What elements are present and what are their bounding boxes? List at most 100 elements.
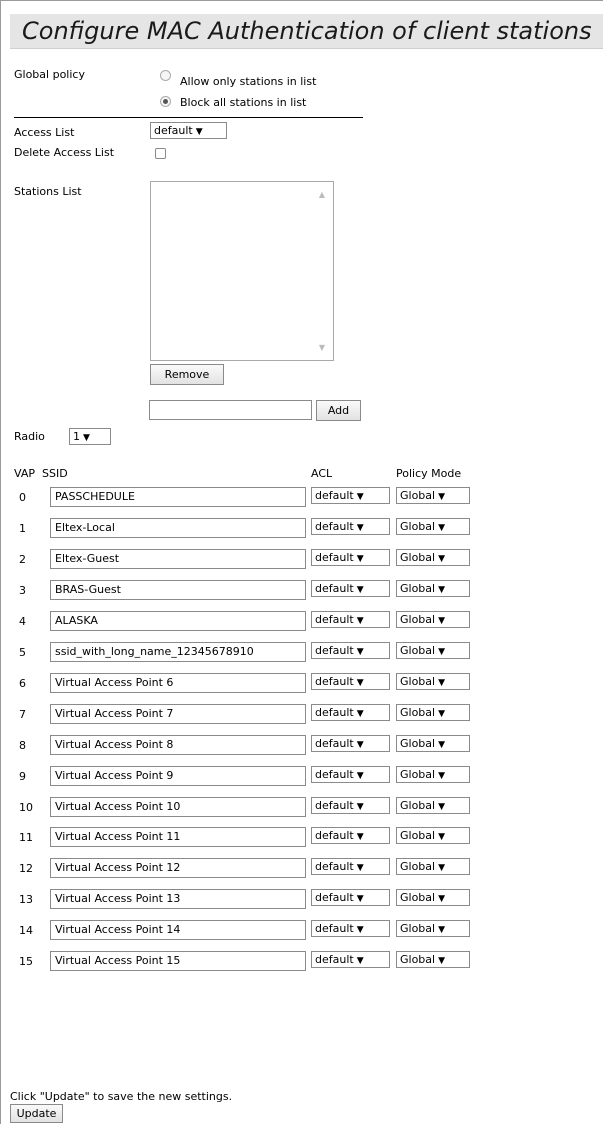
vap-number: 8 xyxy=(19,739,26,752)
ssid-input[interactable]: Virtual Access Point 10 xyxy=(50,797,306,817)
ssid-input[interactable]: Virtual Access Point 13 xyxy=(50,889,306,909)
ssid-input[interactable]: Eltex-Guest xyxy=(50,549,306,569)
radio-allow-only-label: Allow only stations in list xyxy=(180,75,317,88)
ssid-input[interactable]: Virtual Access Point 15 xyxy=(50,951,306,971)
access-list-select[interactable]: default ▼ xyxy=(150,122,227,139)
acl-select[interactable]: default ▼ xyxy=(311,858,390,875)
ssid-input[interactable]: BRAS-Guest xyxy=(50,580,306,600)
chevron-down-icon: ▼ xyxy=(438,678,446,688)
vap-number: 7 xyxy=(19,708,26,721)
acl-value: default xyxy=(315,768,354,781)
ssid-input[interactable]: Virtual Access Point 14 xyxy=(50,920,306,940)
acl-select[interactable]: default ▼ xyxy=(311,549,390,566)
vap-number: 0 xyxy=(19,491,26,504)
ssid-input[interactable]: Virtual Access Point 11 xyxy=(50,827,306,847)
vap-number: 9 xyxy=(19,770,26,783)
acl-value: default xyxy=(315,706,354,719)
radio-block-all-label: Block all stations in list xyxy=(180,96,307,109)
acl-select[interactable]: default ▼ xyxy=(311,611,390,628)
acl-select[interactable]: default ▼ xyxy=(311,951,390,968)
vap-number: 11 xyxy=(19,831,33,844)
acl-select[interactable]: default ▼ xyxy=(311,766,390,783)
policy-mode-select[interactable]: Global ▼ xyxy=(396,827,470,844)
acl-select[interactable]: default ▼ xyxy=(311,518,390,535)
acl-select[interactable]: default ▼ xyxy=(311,704,390,721)
policy-mode-select[interactable]: Global ▼ xyxy=(396,766,470,783)
policy-mode-select[interactable]: Global ▼ xyxy=(396,704,470,721)
radio-allow-only[interactable] xyxy=(160,70,171,81)
acl-select[interactable]: default ▼ xyxy=(311,673,390,690)
policy-mode-select[interactable]: Global ▼ xyxy=(396,920,470,937)
scroll-down-icon[interactable]: ▼ xyxy=(319,343,325,352)
chevron-down-icon: ▼ xyxy=(195,127,203,137)
acl-select[interactable]: default ▼ xyxy=(311,735,390,752)
chevron-down-icon: ▼ xyxy=(356,585,364,595)
ssid-input[interactable]: PASSCHEDULE xyxy=(50,487,306,507)
chevron-down-icon: ▼ xyxy=(356,523,364,533)
footer-note: Click "Update" to save the new settings. xyxy=(10,1090,233,1103)
policy-mode-select[interactable]: Global ▼ xyxy=(396,487,470,504)
radio-select[interactable]: 1 ▼ xyxy=(69,428,111,445)
vap-number: 15 xyxy=(19,955,33,968)
policy-mode-select[interactable]: Global ▼ xyxy=(396,611,470,628)
acl-select[interactable]: default ▼ xyxy=(311,487,390,504)
policy-mode-value: Global xyxy=(400,953,436,966)
policy-mode-select[interactable]: Global ▼ xyxy=(396,735,470,752)
policy-mode-value: Global xyxy=(400,799,436,812)
policy-mode-select[interactable]: Global ▼ xyxy=(396,797,470,814)
chevron-down-icon: ▼ xyxy=(356,771,364,781)
chevron-down-icon: ▼ xyxy=(356,647,364,657)
policy-mode-select[interactable]: Global ▼ xyxy=(396,580,470,597)
vap-number: 1 xyxy=(19,522,26,535)
policy-mode-value: Global xyxy=(400,520,436,533)
policy-mode-value: Global xyxy=(400,675,436,688)
add-button[interactable]: Add xyxy=(316,400,361,421)
acl-value: default xyxy=(315,520,354,533)
chevron-down-icon: ▼ xyxy=(438,709,446,719)
radio-block-all[interactable] xyxy=(160,96,171,107)
ssid-input[interactable]: Virtual Access Point 6 xyxy=(50,673,306,693)
acl-select[interactable]: default ▼ xyxy=(311,889,390,906)
ssid-input[interactable]: Eltex-Local xyxy=(50,518,306,538)
policy-mode-value: Global xyxy=(400,706,436,719)
chevron-down-icon: ▼ xyxy=(438,492,446,502)
page-title: Configure MAC Authentication of client s… xyxy=(22,17,592,45)
title-bar: Configure MAC Authentication of client s… xyxy=(10,14,603,49)
ssid-input[interactable]: Virtual Access Point 12 xyxy=(50,858,306,878)
ssid-input[interactable]: Virtual Access Point 9 xyxy=(50,766,306,786)
acl-select[interactable]: default ▼ xyxy=(311,920,390,937)
vap-number: 14 xyxy=(19,924,33,937)
ssid-input[interactable]: Virtual Access Point 8 xyxy=(50,735,306,755)
chevron-down-icon: ▼ xyxy=(356,678,364,688)
chevron-down-icon: ▼ xyxy=(438,802,446,812)
vap-number: 13 xyxy=(19,893,33,906)
delete-access-list-checkbox[interactable] xyxy=(155,148,166,159)
policy-mode-select[interactable]: Global ▼ xyxy=(396,858,470,875)
chevron-down-icon: ▼ xyxy=(438,554,446,564)
policy-mode-select[interactable]: Global ▼ xyxy=(396,951,470,968)
policy-mode-select[interactable]: Global ▼ xyxy=(396,518,470,535)
frame-top-border xyxy=(0,0,603,1)
vap-number: 2 xyxy=(19,553,26,566)
acl-select[interactable]: default ▼ xyxy=(311,642,390,659)
acl-select[interactable]: default ▼ xyxy=(311,797,390,814)
remove-button[interactable]: Remove xyxy=(150,364,224,385)
stations-listbox[interactable]: ▲ ▼ xyxy=(150,181,334,361)
policy-mode-select[interactable]: Global ▼ xyxy=(396,889,470,906)
chevron-down-icon: ▼ xyxy=(356,956,364,966)
acl-select[interactable]: default ▼ xyxy=(311,580,390,597)
chevron-down-icon: ▼ xyxy=(438,925,446,935)
acl-value: default xyxy=(315,829,354,842)
scroll-up-icon[interactable]: ▲ xyxy=(319,190,325,199)
chevron-down-icon: ▼ xyxy=(438,863,446,873)
policy-mode-select[interactable]: Global ▼ xyxy=(396,673,470,690)
ssid-input[interactable]: Virtual Access Point 7 xyxy=(50,704,306,724)
policy-mode-select[interactable]: Global ▼ xyxy=(396,549,470,566)
policy-mode-select[interactable]: Global ▼ xyxy=(396,642,470,659)
acl-select[interactable]: default ▼ xyxy=(311,827,390,844)
ssid-input[interactable]: ALASKA xyxy=(50,611,306,631)
acl-value: default xyxy=(315,551,354,564)
add-station-input[interactable] xyxy=(149,400,312,420)
update-button[interactable]: Update xyxy=(10,1104,63,1123)
ssid-input[interactable]: ssid_with_long_name_12345678910 xyxy=(50,642,306,662)
